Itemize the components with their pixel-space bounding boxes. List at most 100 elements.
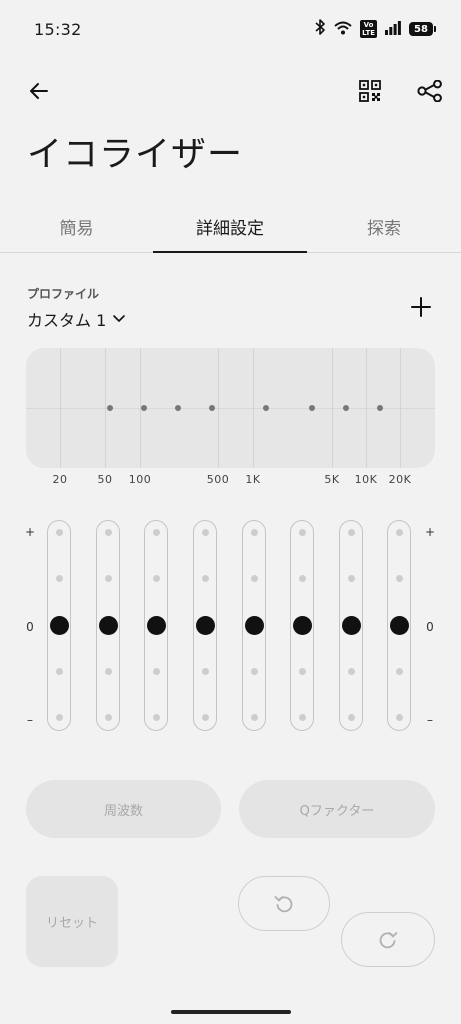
plus-icon <box>411 297 431 317</box>
profile-selected-value: カスタム 1 <box>27 311 107 330</box>
slider-step-dot <box>202 529 209 536</box>
slider-step-dot <box>299 529 306 536</box>
equalizer-screen: 15:32 Vo LTE 58 イコライザー 簡易 詳細設定 探索 プロファイル… <box>0 0 461 1024</box>
slider-step-dot <box>348 668 355 675</box>
gain-min-label-left: – <box>27 713 33 727</box>
band-point <box>209 405 215 411</box>
arrow-left-icon <box>30 83 48 99</box>
tab-simple[interactable]: 簡易 <box>0 214 153 239</box>
freq-label: 50 <box>97 473 113 486</box>
band-slider-4[interactable] <box>193 520 217 731</box>
redo-button[interactable] <box>341 912 435 967</box>
chevron-down-icon <box>113 315 126 322</box>
grid-line <box>366 348 367 468</box>
slider-thumb[interactable] <box>50 616 69 635</box>
slider-step-dot <box>56 714 63 721</box>
band-point <box>175 405 181 411</box>
freq-label: 1K <box>245 473 261 486</box>
add-profile-button[interactable] <box>404 290 438 324</box>
grid-line <box>253 348 254 468</box>
tab-explore[interactable]: 探索 <box>307 214 461 239</box>
profile-dropdown[interactable]: カスタム 1 <box>27 307 126 331</box>
slider-thumb[interactable] <box>196 616 215 635</box>
slider-step-dot <box>56 529 63 536</box>
band-slider-2[interactable] <box>96 520 120 731</box>
slider-step-dot <box>105 668 112 675</box>
band-slider-5[interactable] <box>242 520 266 731</box>
freq-label: 20K <box>388 473 412 486</box>
slider-thumb[interactable] <box>147 616 166 635</box>
zero-line <box>26 408 435 409</box>
share-icon <box>417 80 442 102</box>
slider-step-dot <box>299 575 306 582</box>
volte-icon: Vo LTE <box>360 20 377 38</box>
band-point <box>107 405 113 411</box>
slider-step-dot <box>348 575 355 582</box>
wifi-icon <box>334 20 352 39</box>
band-slider-7[interactable] <box>339 520 363 731</box>
status-bar: 15:32 Vo LTE 58 <box>0 0 461 60</box>
slider-step-dot <box>153 575 160 582</box>
slider-step-dot <box>153 529 160 536</box>
slider-step-dot <box>396 575 403 582</box>
grid-line <box>218 348 219 468</box>
freq-label: 500 <box>206 473 230 486</box>
gain-max-label-left: + <box>24 525 36 539</box>
signal-icon <box>385 20 401 39</box>
slider-step-dot <box>153 714 160 721</box>
slider-step-dot <box>105 575 112 582</box>
band-point <box>343 405 349 411</box>
slider-thumb[interactable] <box>293 616 312 635</box>
grid-line <box>332 348 333 468</box>
slider-step-dot <box>396 529 403 536</box>
frequency-button[interactable]: 周波数 <box>26 780 221 838</box>
status-icons: Vo LTE 58 <box>314 19 436 39</box>
slider-step-dot <box>105 529 112 536</box>
band-slider-1[interactable] <box>47 520 71 731</box>
slider-thumb[interactable] <box>99 616 118 635</box>
slider-step-dot <box>56 668 63 675</box>
freq-label: 5K <box>324 473 340 486</box>
slider-step-dot <box>299 668 306 675</box>
slider-step-dot <box>251 714 258 721</box>
status-time: 15:32 <box>34 20 82 39</box>
tab-detail-settings[interactable]: 詳細設定 <box>153 214 307 239</box>
undo-icon <box>274 895 293 912</box>
slider-step-dot <box>396 668 403 675</box>
slider-step-dot <box>202 714 209 721</box>
slider-step-dot <box>202 668 209 675</box>
battery-icon: 58 <box>409 22 436 36</box>
undo-button[interactable] <box>238 876 330 931</box>
profile-label: プロファイル <box>27 287 100 301</box>
home-indicator[interactable] <box>171 1010 291 1014</box>
share-button[interactable] <box>414 76 446 106</box>
gain-min-label-right: – <box>427 713 433 727</box>
back-button[interactable] <box>24 76 54 106</box>
slider-step-dot <box>299 714 306 721</box>
slider-step-dot <box>153 668 160 675</box>
gain-zero-label-left: 0 <box>26 620 34 634</box>
grid-line <box>60 348 61 468</box>
qr-code-icon <box>359 80 381 102</box>
band-slider-6[interactable] <box>290 520 314 731</box>
slider-step-dot <box>56 575 63 582</box>
slider-step-dot <box>105 714 112 721</box>
slider-thumb[interactable] <box>245 616 264 635</box>
reset-button[interactable]: リセット <box>26 876 118 967</box>
slider-step-dot <box>348 529 355 536</box>
band-point <box>309 405 315 411</box>
gain-max-label-right: + <box>424 525 436 539</box>
slider-thumb[interactable] <box>390 616 409 635</box>
band-slider-8[interactable] <box>387 520 411 731</box>
eq-curve-graph <box>26 348 435 468</box>
gain-zero-label-right: 0 <box>426 620 434 634</box>
slider-thumb[interactable] <box>342 616 361 635</box>
slider-step-dot <box>251 575 258 582</box>
grid-line <box>105 348 106 468</box>
page-title: イコライザー <box>27 135 244 175</box>
q-factor-button[interactable]: Qファクター <box>239 780 435 838</box>
band-slider-3[interactable] <box>144 520 168 731</box>
slider-step-dot <box>251 529 258 536</box>
qr-code-button[interactable] <box>355 76 385 106</box>
band-point <box>377 405 383 411</box>
